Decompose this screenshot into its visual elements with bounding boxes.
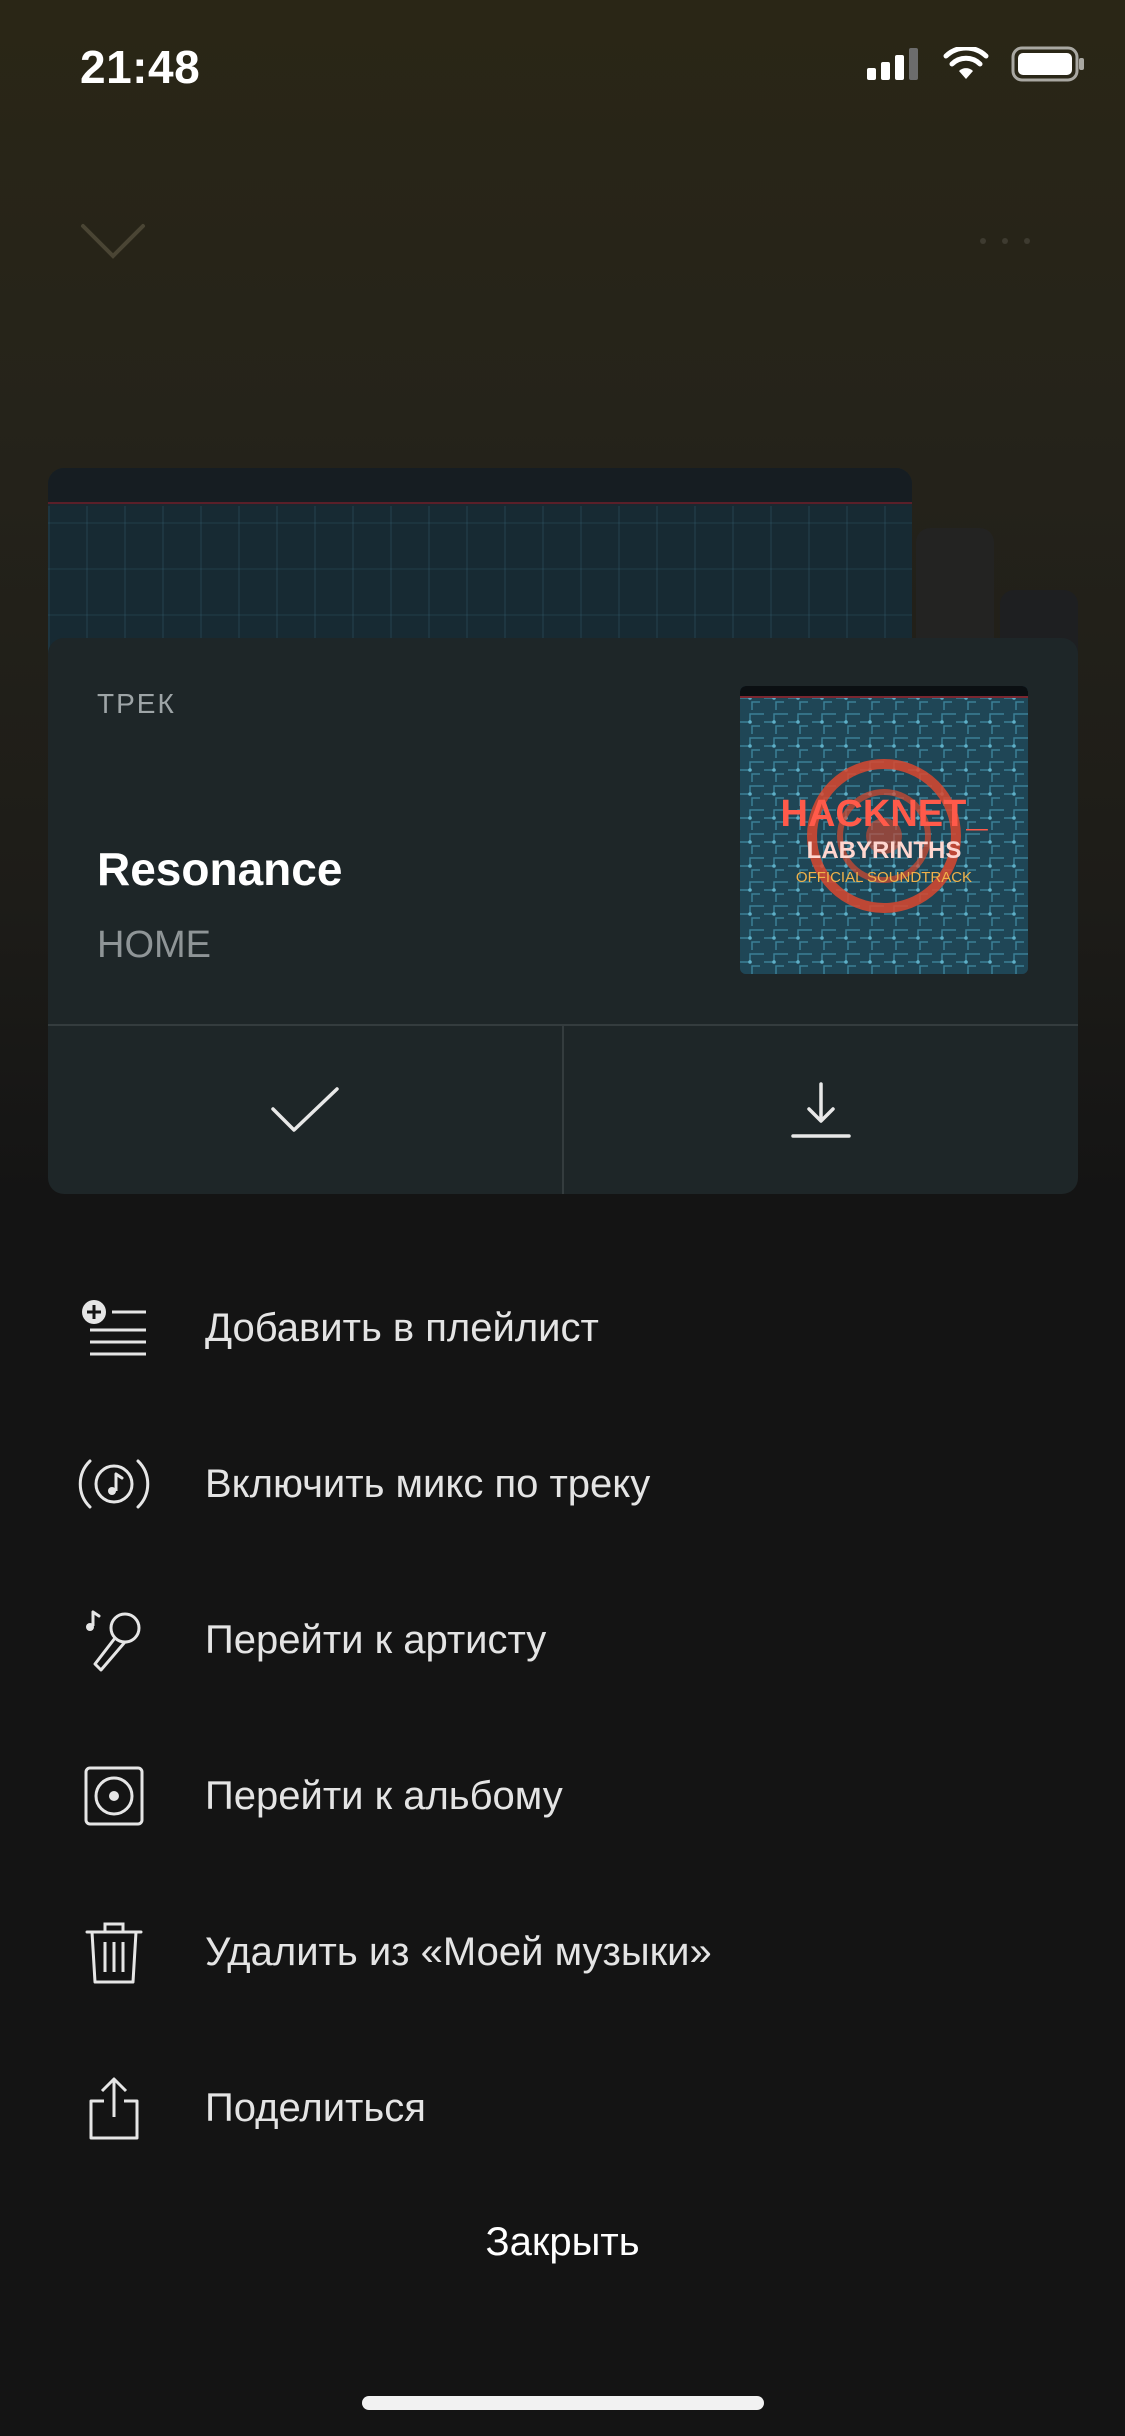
cover-title-line2: LABYRINTHS — [807, 837, 962, 864]
track-type-label: ТРЕК — [97, 688, 176, 719]
track-mix-icon — [78, 1448, 150, 1520]
more-icon — [980, 238, 1030, 244]
close-button[interactable]: Закрыть — [0, 2220, 1125, 2265]
menu-item-label: Перейти к артисту — [205, 1617, 547, 1662]
menu-item-go-to-artist[interactable]: Перейти к артисту — [0, 1562, 1125, 1718]
menu-item-share[interactable]: Поделиться — [0, 2030, 1125, 2186]
cover-title-line1: HACKNET_ — [781, 793, 989, 835]
track-cover-art: HACKNET_ LABYRINTHS OFFICIAL SOUNDTRACK — [740, 686, 1028, 974]
microphone-icon — [78, 1604, 150, 1676]
menu-item-label: Удалить из «Моей музыки» — [205, 1929, 712, 1974]
download-icon — [791, 1082, 851, 1138]
menu-item-label: Добавить в плейлист — [205, 1305, 599, 1350]
download-button[interactable] — [562, 1026, 1078, 1194]
cellular-signal-icon — [867, 48, 918, 80]
home-indicator[interactable] — [362, 2396, 764, 2410]
track-title: Resonance — [97, 843, 343, 895]
battery-icon — [1011, 46, 1084, 82]
status-time: 21:48 — [80, 41, 201, 93]
menu-item-add-to-playlist[interactable]: Добавить в плейлист — [0, 1250, 1125, 1406]
track-actions — [48, 1024, 1078, 1194]
menu-item-track-mix[interactable]: Включить микс по треку — [0, 1406, 1125, 1562]
chevron-down-icon — [81, 224, 145, 259]
menu-item-go-to-album[interactable]: Перейти к альбому — [0, 1718, 1125, 1874]
add-to-playlist-icon — [78, 1292, 150, 1364]
menu-item-label: Включить микс по треку — [205, 1461, 651, 1506]
menu-item-label: Перейти к альбому — [205, 1773, 563, 1818]
status-icons — [867, 46, 1085, 82]
track-card: ТРЕК Resonance HOME HACKNET_ LABYRINTHS … — [48, 638, 1078, 1194]
checkmark-icon — [271, 1087, 339, 1132]
album-icon — [78, 1760, 150, 1832]
status-bar: 21:48 — [0, 0, 1125, 130]
menu-item-label: Поделиться — [205, 2085, 426, 2130]
like-button[interactable] — [48, 1026, 562, 1194]
menu-item-remove-from-my-music[interactable]: Удалить из «Моей музыки» — [0, 1874, 1125, 2030]
cover-title-line3: OFFICIAL SOUNDTRACK — [796, 869, 972, 886]
trash-icon — [78, 1916, 150, 1988]
share-icon — [78, 2072, 150, 2144]
track-artist: HOME — [97, 924, 211, 966]
track-menu: Добавить в плейлист Включить микс по тре… — [0, 1250, 1125, 2186]
wifi-icon — [943, 47, 989, 79]
